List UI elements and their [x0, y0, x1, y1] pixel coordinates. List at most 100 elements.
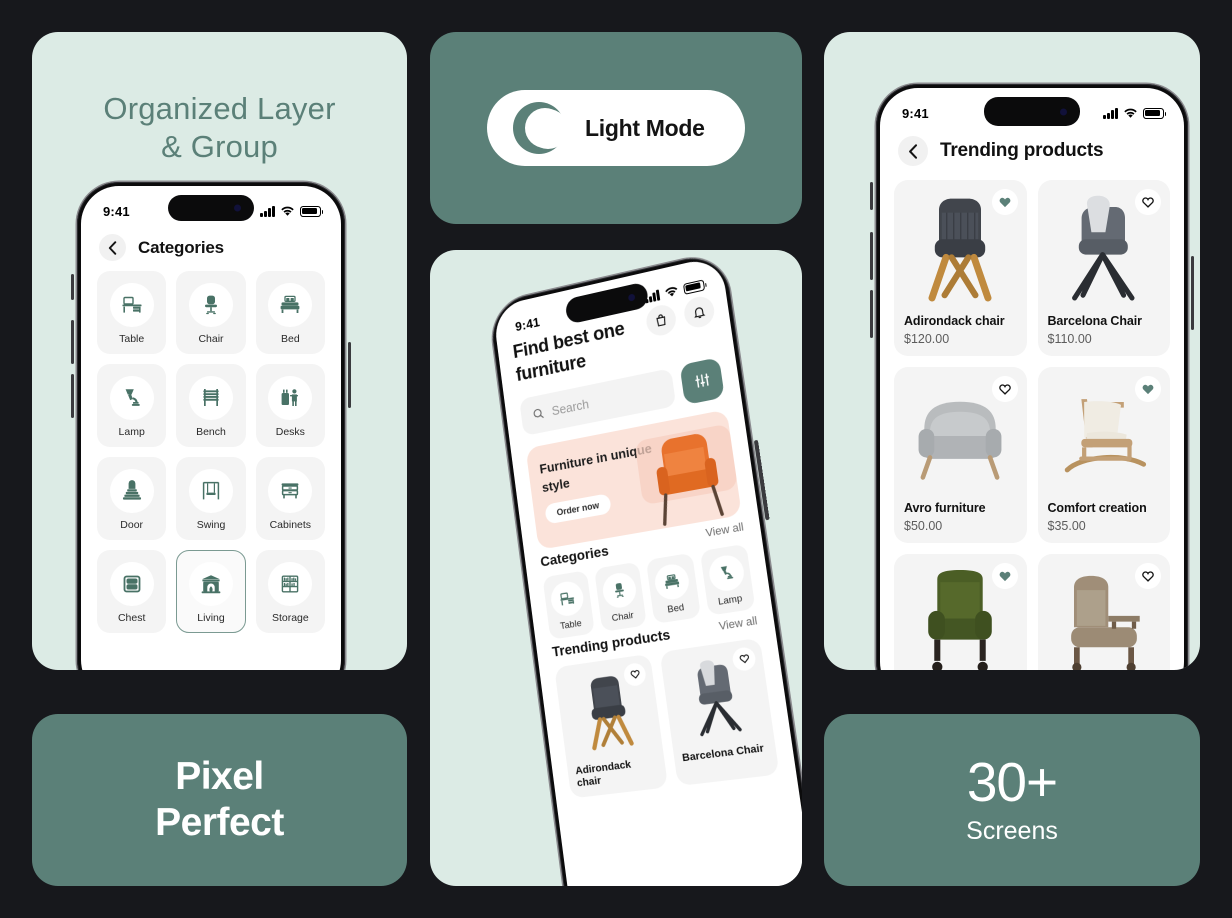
cabinets-icon: [268, 469, 313, 513]
pixel-line-1: Pixel: [175, 754, 264, 798]
mini-category-bed[interactable]: Bed: [645, 552, 701, 624]
category-label: Chair: [198, 333, 224, 345]
center-showcase-panel: 9:41 Find best one furniture Search Furn…: [430, 250, 802, 886]
product-card[interactable]: Comfort creation $35.00: [1037, 367, 1170, 543]
product-card[interactable]: [1037, 554, 1170, 670]
battery-icon: [1143, 107, 1167, 119]
category-label: Bed: [280, 333, 300, 345]
volume-up-button[interactable]: [71, 320, 74, 364]
sliders-icon[interactable]: [679, 356, 725, 405]
heart-filled-icon[interactable]: [991, 189, 1018, 215]
status-time: 9:41: [103, 203, 130, 219]
mute-switch[interactable]: [71, 274, 74, 300]
product-card[interactable]: Adirondack chair $120.00: [894, 180, 1027, 356]
category-item-bed[interactable]: Bed: [255, 271, 325, 354]
category-label: Swing: [196, 519, 226, 531]
order-now-button[interactable]: Order now: [544, 492, 612, 525]
status-time: 9:41: [902, 105, 929, 121]
chair-icon: [600, 570, 638, 610]
phone-mockup-home: 9:41 Find best one furniture Search Furn…: [488, 250, 802, 886]
screens-count-text: 30+ Screens: [824, 714, 1200, 886]
power-button[interactable]: [348, 342, 351, 408]
tilted-phone-wrapper: 9:41 Find best one furniture Search Furn…: [430, 250, 802, 886]
cellular-bars-icon: [1103, 107, 1118, 119]
chest-icon: [109, 562, 154, 606]
headline-line-1: Organized Layer: [103, 91, 336, 126]
battery-icon: [682, 278, 706, 295]
category-item-table[interactable]: Table: [97, 271, 167, 354]
screens-count-card: 30+ Screens: [824, 714, 1200, 886]
power-button[interactable]: [1191, 256, 1194, 330]
pixel-perfect-card: Pixel Perfect: [32, 714, 407, 886]
product-card[interactable]: Barcelona Chair $110.00: [1037, 180, 1170, 356]
category-item-door[interactable]: Door: [97, 457, 167, 540]
category-item-cabinets[interactable]: Cabinets: [255, 457, 325, 540]
product-name: Avro furniture: [904, 501, 986, 515]
door-icon: [109, 469, 154, 513]
category-grid: Table Chair Bed Lamp Bench Desks Door Sw…: [81, 271, 341, 633]
mini-category-lamp[interactable]: Lamp: [699, 543, 756, 616]
phone-mockup-categories: 9:41 Categories Table Chair Bed Lamp Ben…: [71, 182, 351, 670]
category-item-desks[interactable]: Desks: [255, 364, 325, 447]
page-title: Categories: [138, 237, 224, 257]
search-icon: [532, 406, 546, 421]
light-mode-card: Light Mode: [430, 32, 802, 224]
nav-bar: Categories: [81, 226, 341, 271]
dynamic-island: [168, 195, 254, 221]
volume-down-button[interactable]: [71, 374, 74, 418]
product-card[interactable]: Avro furniture $50.00: [894, 367, 1027, 543]
mini-category-chair[interactable]: Chair: [593, 561, 647, 632]
bed-icon: [268, 283, 313, 327]
category-label: Table: [119, 333, 145, 345]
category-item-swing[interactable]: Swing: [176, 457, 246, 540]
status-time: 9:41: [514, 313, 541, 334]
back-button[interactable]: [99, 234, 126, 261]
status-indicators: [260, 205, 324, 217]
product-price: $110.00: [1047, 332, 1092, 346]
light-mode-label: Light Mode: [585, 114, 705, 141]
mini-category-label: Lamp: [717, 592, 743, 608]
mute-switch[interactable]: [870, 182, 873, 210]
product-price: $50.00: [904, 519, 943, 533]
table-icon: [549, 578, 586, 618]
fireplace-icon: [188, 562, 233, 606]
product-price: $35.00: [1047, 519, 1086, 533]
product-card[interactable]: [894, 554, 1027, 670]
category-item-lamp[interactable]: Lamp: [97, 364, 167, 447]
bench-icon: [188, 376, 233, 420]
product-card[interactable]: Adirondack chair: [554, 653, 669, 799]
phone-screen: 9:41: [880, 88, 1184, 670]
light-mode-toggle[interactable]: Light Mode: [487, 90, 745, 166]
mini-category-label: Table: [559, 617, 583, 632]
heart-outline-icon[interactable]: [1135, 189, 1161, 215]
orange-armchair-icon: [634, 423, 738, 532]
category-item-bench[interactable]: Bench: [176, 364, 246, 447]
status-indicators: [1103, 107, 1167, 119]
category-label: Lamp: [118, 426, 145, 438]
volume-down-button[interactable]: [870, 290, 873, 338]
mini-category-table[interactable]: Table: [542, 569, 595, 640]
heart-outline-icon[interactable]: [991, 376, 1018, 402]
promo-mockup-stage: Organized Layer & Group 9:41 Categories …: [0, 0, 1232, 918]
heart-filled-icon[interactable]: [991, 563, 1018, 589]
product-name: Comfort creation: [1047, 501, 1147, 515]
shelf-icon: [268, 562, 313, 606]
category-item-storage[interactable]: Storage: [255, 550, 325, 633]
chair-icon: [188, 283, 233, 327]
page-title: Trending products: [940, 140, 1104, 161]
lamp-icon: [706, 552, 746, 593]
product-grid: Adirondack chair $120.00 Barcelona Chair…: [880, 176, 1184, 670]
heart-outline-icon[interactable]: [1135, 563, 1161, 589]
product-name: Adirondack chair: [904, 314, 1005, 328]
category-label: Cabinets: [269, 519, 312, 531]
back-button[interactable]: [898, 136, 928, 166]
lamp-icon: [109, 376, 154, 420]
heart-filled-icon[interactable]: [1135, 376, 1161, 402]
product-card[interactable]: Barcelona Chair: [659, 637, 780, 786]
category-item-chest[interactable]: Chest: [97, 550, 167, 633]
category-item-living[interactable]: Living: [176, 550, 246, 633]
status-indicators: [644, 278, 706, 303]
category-item-chair[interactable]: Chair: [176, 271, 246, 354]
volume-up-button[interactable]: [870, 232, 873, 280]
wifi-icon: [281, 206, 294, 216]
